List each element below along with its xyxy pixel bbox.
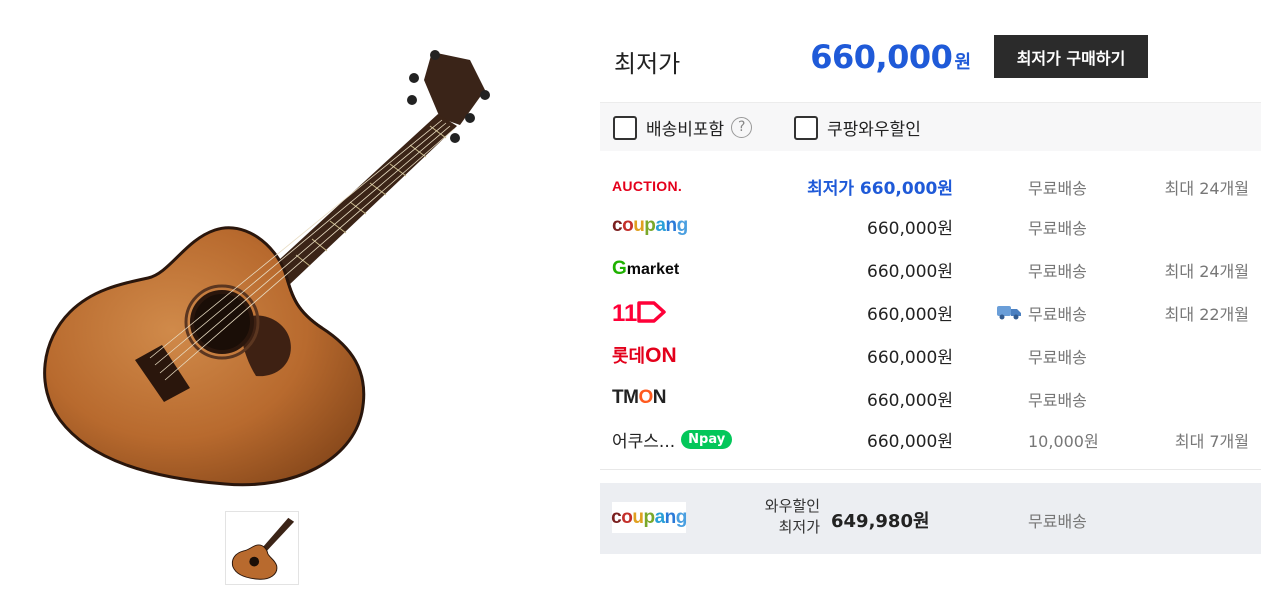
offer-row[interactable]: AUCTION. 최저가 660,000원 무료배송 최대 24개월 (600, 170, 1261, 200)
shop-name-logo[interactable]: 어쿠스... Npay (612, 426, 733, 452)
wow-label-line1: 와우할인 (764, 497, 820, 515)
gmarket-logo[interactable]: Gmarket (612, 256, 679, 282)
tmon-logo-text: TMON (612, 387, 666, 408)
wow-label-line2: 최저가 (778, 518, 820, 536)
coupang-wow-filter[interactable]: 쿠팡와우할인 (794, 115, 921, 140)
offer-shipping: 무료배송 (1028, 391, 1087, 410)
offer-shipping: 무료배송 (1028, 305, 1087, 324)
npay-badge: Npay (681, 429, 733, 449)
offer-price[interactable]: 660,000원 (867, 427, 953, 452)
coupang-wow-checkbox[interactable] (794, 115, 818, 140)
lowest-price-value: 660,000 (810, 38, 953, 76)
offer-price[interactable]: 660,000원 (867, 386, 953, 411)
include-shipping-checkbox[interactable] (613, 115, 637, 140)
offer-shipping: 10,000원 (1028, 432, 1099, 451)
offer-shipping: 무료배송 (1028, 219, 1087, 238)
include-shipping-label: 배송비포함 (646, 120, 725, 140)
offer-price[interactable]: 660,000원 (867, 300, 953, 325)
divider (600, 469, 1261, 470)
offer-row[interactable]: Gmarket 660,000원 무료배송 최대 24개월 (600, 253, 1261, 283)
offer-installment: 최대 22개월 (1164, 305, 1249, 324)
coupang-logo-text: coupang (612, 215, 688, 236)
wow-price[interactable]: 649,980원 (831, 507, 930, 533)
lowest-price-label: 최저가 (614, 50, 681, 78)
include-shipping-filter[interactable]: 배송비포함 ? (613, 115, 753, 140)
wow-label: 와우할인 최저가 (740, 496, 820, 538)
gmarket-logo-text: Gmarket (612, 258, 680, 279)
guitar-thumbnail[interactable] (225, 511, 299, 585)
lowest-price: 660,000 원 (810, 38, 971, 76)
help-icon[interactable]: ? (731, 117, 753, 138)
wow-discount-box[interactable]: coupang 와우할인 최저가 649,980원 무료배송 (600, 483, 1261, 554)
offer-installment: 최대 7개월 (1174, 432, 1249, 451)
filter-bar: 배송비포함 ? 쿠팡와우할인 (600, 102, 1261, 151)
wow-shipping: 무료배송 (1028, 512, 1087, 531)
offer-shipping: 무료배송 (1028, 262, 1087, 281)
offer-row[interactable]: TMON 660,000원 무료배송 (600, 382, 1261, 412)
lotteon-logo[interactable]: 롯데ON (612, 342, 677, 368)
lowest-price-unit: 원 (954, 52, 971, 73)
offer-installment: 최대 24개월 (1164, 262, 1249, 281)
buy-lowest-button[interactable]: 최저가 구매하기 (994, 35, 1148, 78)
offer-row[interactable]: coupang 660,000원 무료배송 (600, 210, 1261, 240)
svg-text:11: 11 (612, 300, 637, 325)
offer-shipping: 무료배송 (1028, 179, 1087, 198)
acoustic-guitar-image (40, 40, 500, 495)
price-comparison-panel: 최저가 660,000 원 최저가 구매하기 배송비포함 ? 쿠팡와우할인 AUC… (600, 0, 1261, 593)
offer-price[interactable]: 660,000원 (867, 214, 953, 239)
offer-row[interactable]: 11 660,000원 무료배송 최대 22개월 (600, 296, 1261, 326)
lotteon-logo-text: 롯데ON (612, 344, 677, 367)
coupang-wow-label: 쿠팡와우할인 (827, 120, 921, 140)
shop-name: 어쿠스... (612, 431, 676, 452)
coupang-logo-text: coupang (611, 506, 687, 528)
offer-price[interactable]: 660,000원 (867, 343, 953, 368)
offer-price[interactable]: 660,000원 (867, 257, 953, 282)
offer-price-value: 660,000원 (859, 179, 953, 199)
auction-logo[interactable]: AUCTION. (612, 173, 682, 199)
offer-row[interactable]: 어쿠스... Npay 660,000원 10,000원 최대 7개월 (600, 423, 1261, 453)
11st-logo-mark: 11 (612, 300, 666, 325)
coupang-logo[interactable]: coupang (612, 213, 688, 239)
truck-icon (997, 306, 1021, 320)
coupang-logo[interactable]: coupang (611, 502, 687, 533)
tmon-logo[interactable]: TMON (612, 385, 666, 411)
offer-shipping: 무료배송 (1028, 348, 1087, 367)
offer-price[interactable]: 최저가 660,000원 (807, 174, 953, 199)
offer-installment: 최대 24개월 (1164, 179, 1249, 198)
11st-logo[interactable]: 11 (612, 299, 668, 325)
offer-row[interactable]: 롯데ON 660,000원 무료배송 (600, 339, 1261, 369)
auction-logo-text: AUCTION. (612, 178, 683, 194)
offer-price-prefix: 최저가 (807, 179, 860, 199)
npay-badge-text: pay (699, 431, 726, 447)
